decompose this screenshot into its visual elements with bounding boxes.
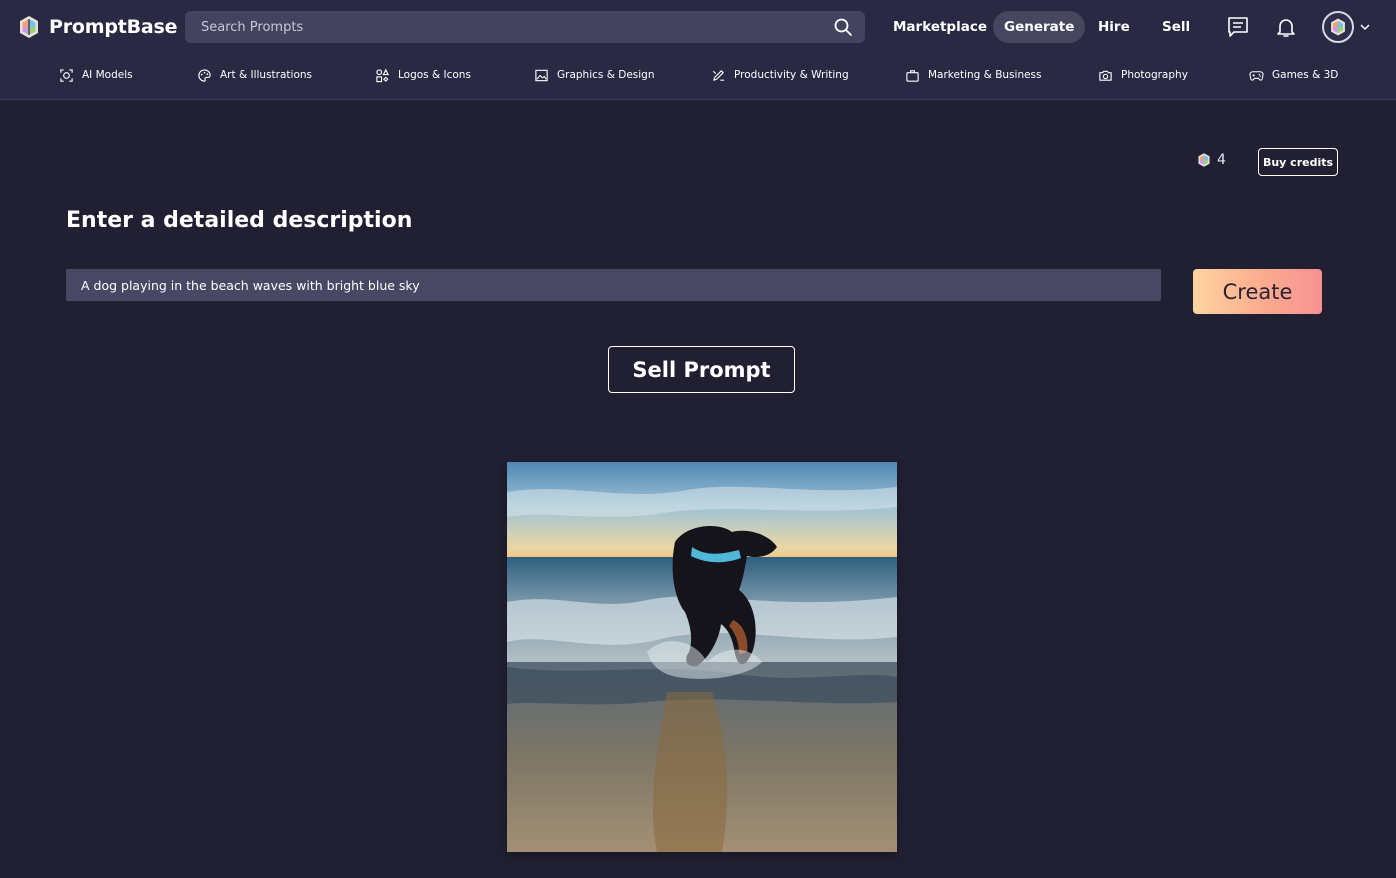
category-ai-models[interactable]: AI Models [59, 62, 133, 88]
search-icon[interactable] [833, 17, 853, 37]
category-label: Marketing & Business [928, 69, 1042, 81]
buy-credits-button[interactable]: Buy credits [1258, 148, 1338, 176]
category-label: Productivity & Writing [734, 69, 849, 81]
search-bar [185, 11, 865, 43]
camera-icon [1098, 68, 1113, 83]
category-bar: AI Models Art & Illustrations Logos & Ic… [0, 62, 1396, 88]
category-label: Games & 3D [1272, 69, 1338, 81]
page-heading: Enter a detailed description [66, 208, 412, 233]
credit-coin-icon [1196, 152, 1212, 168]
category-label: Logos & Icons [398, 69, 471, 81]
brain-avatar-icon [1328, 17, 1348, 37]
category-label: Photography [1121, 69, 1188, 81]
palette-icon [197, 68, 212, 83]
pen-icon [711, 68, 726, 83]
create-button[interactable]: Create [1193, 269, 1322, 314]
category-productivity-writing[interactable]: Productivity & Writing [711, 62, 849, 88]
category-graphics-design[interactable]: Graphics & Design [534, 62, 654, 88]
ai-models-icon [59, 68, 74, 83]
nav-hire[interactable]: Hire [1087, 11, 1141, 43]
category-label: AI Models [82, 69, 133, 81]
prompt-input[interactable] [66, 269, 1161, 301]
image-icon [534, 68, 549, 83]
gamepad-icon [1249, 68, 1264, 83]
category-art-illustrations[interactable]: Art & Illustrations [197, 62, 312, 88]
top-navbar: PromptBase Marketplace Generate Hire Sel… [0, 0, 1396, 100]
account-menu[interactable] [1322, 11, 1371, 43]
shapes-icon [375, 68, 390, 83]
sell-prompt-button[interactable]: Sell Prompt [608, 346, 795, 393]
briefcase-icon [905, 68, 920, 83]
brain-logo-icon [16, 14, 42, 40]
brand-logo[interactable]: PromptBase [16, 12, 177, 42]
chat-icon[interactable] [1226, 15, 1250, 39]
dog-beach-image [507, 462, 897, 852]
bell-icon[interactable] [1274, 15, 1298, 39]
nav-marketplace[interactable]: Marketplace [882, 11, 998, 43]
category-games-3d[interactable]: Games & 3D [1249, 62, 1338, 88]
category-label: Art & Illustrations [220, 69, 312, 81]
chevron-down-icon[interactable] [1359, 21, 1371, 33]
category-photography[interactable]: Photography [1098, 62, 1188, 88]
nav-generate[interactable]: Generate [993, 11, 1085, 43]
category-logos-icons[interactable]: Logos & Icons [375, 62, 471, 88]
category-marketing-business[interactable]: Marketing & Business [905, 62, 1042, 88]
credits-count: 4 [1217, 152, 1226, 168]
avatar[interactable] [1322, 11, 1354, 43]
credits-balance: 4 [1196, 152, 1226, 168]
generated-image[interactable] [507, 462, 897, 852]
brand-name: PromptBase [49, 16, 177, 38]
search-input[interactable] [185, 11, 833, 43]
category-label: Graphics & Design [557, 69, 654, 81]
nav-sell[interactable]: Sell [1151, 11, 1201, 43]
